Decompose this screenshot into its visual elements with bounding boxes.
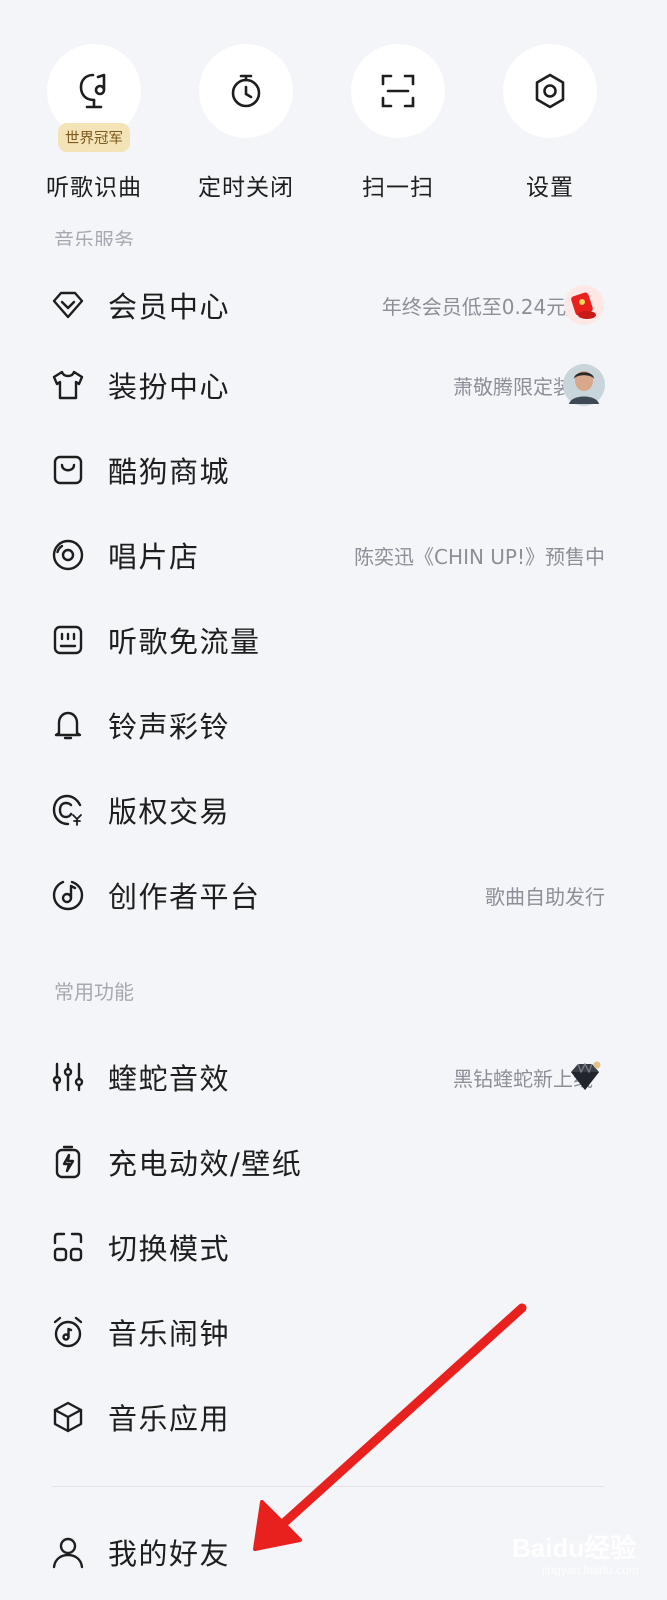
menu-item-label: 蝰蛇音效 — [108, 1062, 231, 1096]
gear-icon — [535, 73, 565, 109]
avatar — [563, 364, 605, 406]
watermark-url: jingyan.baidu.com — [542, 1563, 639, 1577]
menu-item-record-store[interactable]: 唱片店 陈奕迅《CHIN UP!》预售中 — [0, 512, 667, 598]
quick-action-label: 听歌识曲 — [46, 175, 142, 201]
quick-action-label: 设置 — [526, 175, 574, 201]
menu-item-creator-platform[interactable]: 创作者平台 歌曲自助发行 — [0, 852, 667, 938]
menu-item-data-free[interactable]: 听歌免流量 — [0, 597, 667, 683]
watermark-logo-text: Baidu经验 — [512, 1533, 637, 1563]
quick-action-settings[interactable]: 设置 — [495, 44, 605, 202]
cube-icon — [50, 1399, 86, 1435]
quick-action-timer[interactable]: 定时关闭 — [191, 44, 301, 202]
menu-item-charging-effects[interactable]: 充电动效/壁纸 — [0, 1119, 667, 1205]
menu-item-label: 会员中心 — [108, 290, 231, 324]
menu-item-label: 音乐应用 — [108, 1402, 231, 1436]
menu-item-label: 创作者平台 — [108, 880, 261, 914]
switch-mode-icon — [50, 1229, 86, 1265]
section-title-music-services: 音乐服务 — [54, 228, 134, 246]
menu-item-switch-mode[interactable]: 切换模式 — [0, 1204, 667, 1290]
section-title-common-functions: 常用功能 — [54, 980, 134, 1004]
mic-music-icon — [79, 73, 106, 109]
vinyl-record-icon — [50, 537, 86, 573]
menu-item-vip-center[interactable]: 会员中心 年终会员低至0.24元/天 — [0, 262, 667, 348]
sim-card-icon — [50, 622, 86, 658]
tshirt-icon — [50, 367, 86, 403]
menu-item-subtitle: 陈奕迅《CHIN UP!》预售中 — [354, 544, 605, 569]
menu-item-label: 音乐闹钟 — [108, 1317, 231, 1351]
red-envelope-icon — [563, 284, 605, 326]
menu-item-label: 听歌免流量 — [108, 625, 261, 659]
menu-item-label: 装扮中心 — [108, 370, 231, 404]
equalizer-icon — [50, 1059, 86, 1095]
menu-item-subtitle: 年终会员低至0.24元/天 — [381, 294, 593, 319]
menu-item-label: 切换模式 — [108, 1232, 231, 1266]
menu-item-label: 充电动效/壁纸 — [108, 1147, 303, 1181]
black-diamond-icon — [563, 1056, 605, 1098]
user-icon — [50, 1534, 86, 1570]
quick-action-scan[interactable]: 扫一扫 — [343, 44, 453, 202]
charging-icon — [50, 1144, 86, 1180]
quick-actions-row: 世界冠军 听歌识曲 定时关闭 扫一扫 设置 — [0, 44, 667, 204]
alarm-clock-icon — [50, 1314, 86, 1350]
menu-item-kugou-mall[interactable]: 酷狗商城 — [0, 427, 667, 513]
menu-item-label: 我的好友 — [108, 1537, 231, 1571]
timer-button[interactable] — [199, 44, 293, 138]
menu-item-copyright-trading[interactable]: 版权交易 — [0, 767, 667, 853]
copyright-yen-icon — [50, 792, 86, 828]
menu-item-label: 唱片店 — [108, 540, 200, 574]
scan-button[interactable] — [351, 44, 445, 138]
settings-button[interactable] — [503, 44, 597, 138]
menu-item-label: 版权交易 — [108, 795, 231, 829]
menu-item-label: 酷狗商城 — [108, 455, 231, 489]
quick-action-label: 扫一扫 — [362, 175, 434, 201]
timer-icon — [231, 74, 261, 108]
world-champion-badge: 世界冠军 — [58, 123, 130, 152]
shopping-bag-icon — [50, 452, 86, 488]
diamond-icon — [50, 287, 86, 323]
menu-item-viper-sound[interactable]: 蝰蛇音效 黑钻蝰蛇新上线 — [0, 1034, 667, 1120]
menu-item-decoration-center[interactable]: 装扮中心 萧敬腾限定装扮 — [0, 342, 667, 428]
section-divider — [52, 1486, 604, 1487]
menu-item-subtitle: 歌曲自助发行 — [485, 884, 605, 909]
bell-icon — [50, 707, 86, 743]
scan-icon — [381, 74, 415, 108]
menu-item-music-alarm[interactable]: 音乐闹钟 — [0, 1289, 667, 1375]
music-note-circle-icon — [50, 877, 86, 913]
menu-item-label: 铃声彩铃 — [108, 710, 231, 744]
baidu-watermark: Baidu经验 jingyan.baidu.com — [512, 1528, 662, 1588]
quick-action-song-recognition[interactable]: 世界冠军 听歌识曲 — [39, 44, 149, 202]
menu-item-music-apps[interactable]: 音乐应用 — [0, 1374, 667, 1460]
quick-action-label: 定时关闭 — [198, 175, 294, 201]
menu-item-ringtones[interactable]: 铃声彩铃 — [0, 682, 667, 768]
